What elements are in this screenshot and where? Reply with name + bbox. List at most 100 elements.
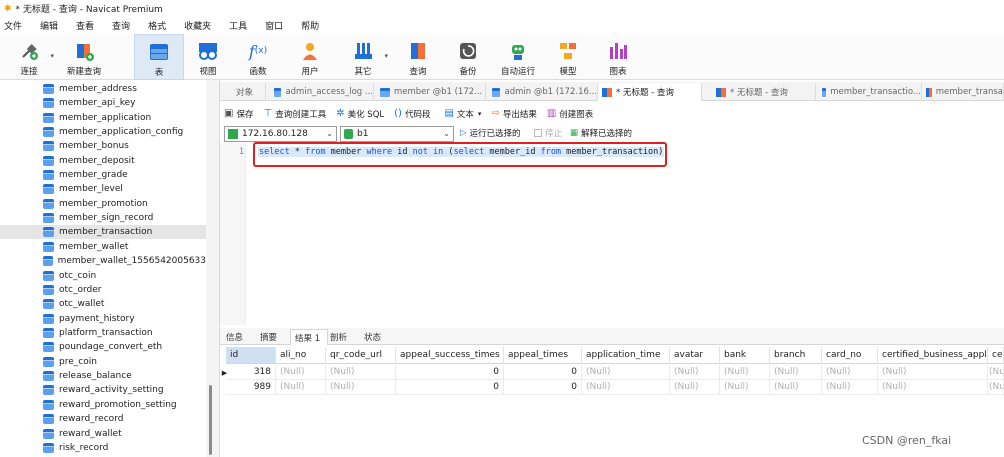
column-header[interactable]: application_time [582, 347, 670, 364]
column-header[interactable]: appeal_times [504, 347, 582, 364]
explain-selected-button[interactable]: ▦ 解释已选择的 [570, 127, 632, 139]
column-header[interactable]: appeal_success_times [396, 347, 504, 364]
user-button[interactable]: 用户 [292, 34, 328, 80]
table-cell[interactable]: 0 [396, 380, 504, 395]
database-select[interactable]: b1 ⌄ [340, 126, 454, 142]
column-header[interactable]: certified_business_apply_t [878, 347, 988, 364]
table-cell[interactable]: 989 [226, 380, 276, 395]
table-item[interactable]: member_wallet [0, 240, 206, 254]
table-cell[interactable]: (Null) [582, 365, 670, 380]
table-cell[interactable]: (Null) [822, 365, 878, 380]
table-item[interactable]: member_address [0, 82, 206, 96]
table-cell[interactable]: (Null) [878, 365, 988, 380]
table-item[interactable]: reward_activity_setting [0, 383, 206, 397]
table-item[interactable]: member_wallet_1556542005633 [0, 254, 206, 268]
other-button[interactable]: 其它 ▾ [344, 34, 388, 80]
table-item[interactable]: reward_record [0, 412, 206, 426]
query-builder-button[interactable]: ⊤ 查询创建工具 [263, 108, 326, 120]
automation-button[interactable]: 自动运行 [498, 34, 538, 80]
menu-favorites[interactable]: 收藏夹 [184, 19, 211, 32]
tab-untitled-query-active[interactable]: * 无标题 - 查询 [598, 83, 702, 101]
table-cell[interactable]: (Null) [770, 365, 822, 380]
table-item[interactable]: member_application_config [0, 125, 206, 139]
connection-select[interactable]: 172.16.80.128 ⌄ [224, 126, 337, 142]
tab-result-1[interactable]: 结果 1 [290, 329, 328, 345]
menu-view[interactable]: 查看 [76, 19, 94, 32]
table-item-selected[interactable]: member_transaction [0, 225, 206, 239]
tab-member-transaction[interactable]: member_transactio... [818, 83, 922, 101]
column-header[interactable]: bank [720, 347, 770, 364]
menu-help[interactable]: 帮助 [301, 19, 319, 32]
table-item[interactable]: member_api_key [0, 96, 206, 110]
table-cell[interactable]: (Null) [720, 365, 770, 380]
column-header[interactable]: cer [988, 347, 1004, 364]
create-chart-button[interactable]: ▥ 创建图表 [547, 108, 593, 120]
table-item[interactable]: member_promotion [0, 197, 206, 211]
function-button[interactable]: f (x) 函数 [240, 34, 276, 80]
table-cell[interactable]: 0 [504, 365, 582, 380]
table-item[interactable]: poundage_convert_eth [0, 340, 206, 354]
tab-member-transaction-2[interactable]: member_transa [922, 83, 1004, 101]
export-result-button[interactable]: ⇨ 导出结果 [491, 108, 536, 120]
table-item[interactable]: member_bonus [0, 139, 206, 153]
table-item[interactable]: otc_wallet [0, 297, 206, 311]
sidebar-scrollbar[interactable] [206, 80, 219, 457]
table-cell[interactable]: (Nu [988, 365, 1004, 380]
table-item[interactable]: platform_transaction [0, 326, 206, 340]
table-item[interactable]: pre_coin [0, 355, 206, 369]
query-button[interactable]: 查询 [400, 34, 436, 80]
table-item[interactable]: reward_wallet [0, 427, 206, 441]
tab-summary[interactable]: 摘要 [260, 329, 277, 345]
tab-admin-access-log[interactable]: admin_access_log ... [270, 83, 374, 101]
table-cell[interactable]: (Null) [276, 380, 326, 395]
column-header[interactable]: ali_no [276, 347, 326, 364]
tab-objects[interactable]: 对象 [220, 83, 266, 101]
tab-admin[interactable]: admin @b1 (172.16... [488, 83, 598, 101]
table-item[interactable]: reward_promotion_setting [0, 398, 206, 412]
table-item[interactable]: member_level [0, 182, 206, 196]
table-cell[interactable]: 0 [504, 380, 582, 395]
tab-status[interactable]: 状态 [364, 329, 381, 345]
column-header[interactable]: branch [770, 347, 822, 364]
menu-window[interactable]: 窗口 [265, 19, 283, 32]
sidebar-scroll-thumb[interactable] [209, 385, 212, 455]
table-cell[interactable]: (Null) [878, 380, 988, 395]
column-header[interactable]: qr_code_url [326, 347, 396, 364]
menu-edit[interactable]: 编辑 [40, 19, 58, 32]
table-cell[interactable]: (Null) [720, 380, 770, 395]
table-cell[interactable]: (Nu [988, 380, 1004, 395]
table-cell[interactable]: 318 [226, 365, 276, 380]
table-item[interactable]: member_grade [0, 168, 206, 182]
table-cell[interactable]: (Null) [326, 380, 396, 395]
table-button[interactable]: 表 [134, 34, 184, 80]
table-item[interactable]: payment_history [0, 312, 206, 326]
run-selected-button[interactable]: ▷ 运行已选择的 [460, 127, 521, 139]
table-item[interactable]: release_balance [0, 369, 206, 383]
beautify-sql-button[interactable]: ✲ 美化 SQL [336, 108, 384, 120]
model-button[interactable]: 模型 [552, 34, 584, 80]
table-cell[interactable]: (Null) [670, 365, 720, 380]
table-item[interactable]: risk_record [0, 441, 206, 455]
table-cell[interactable]: (Null) [582, 380, 670, 395]
table-cell[interactable]: (Null) [822, 380, 878, 395]
column-header[interactable]: id [226, 347, 276, 364]
menu-file[interactable]: 文件 [4, 19, 22, 32]
column-header[interactable]: card_no [822, 347, 878, 364]
tab-info[interactable]: 信息 [226, 329, 243, 345]
tab-profile[interactable]: 剖析 [330, 329, 347, 345]
chart-button[interactable]: 图表 [602, 34, 634, 80]
menu-format[interactable]: 格式 [148, 19, 166, 32]
table-item[interactable]: member_application [0, 111, 206, 125]
menu-tools[interactable]: 工具 [229, 19, 247, 32]
table-cell[interactable]: (Null) [326, 365, 396, 380]
stop-button[interactable]: 停止 [534, 127, 562, 139]
new-query-button[interactable]: 新建查询 [62, 34, 106, 80]
table-cell[interactable]: (Null) [770, 380, 822, 395]
save-button[interactable]: ▣ 保存 [224, 108, 253, 120]
code-snippet-button[interactable]: () 代码段 [394, 108, 430, 120]
table-cell[interactable]: 0 [396, 365, 504, 380]
menu-query[interactable]: 查询 [112, 19, 130, 32]
table-item[interactable]: member_sign_record [0, 211, 206, 225]
sql-editor[interactable]: 1 select * from member where id not in (… [220, 143, 1004, 325]
tab-untitled-query[interactable]: * 无标题 - 查询 [706, 83, 816, 101]
